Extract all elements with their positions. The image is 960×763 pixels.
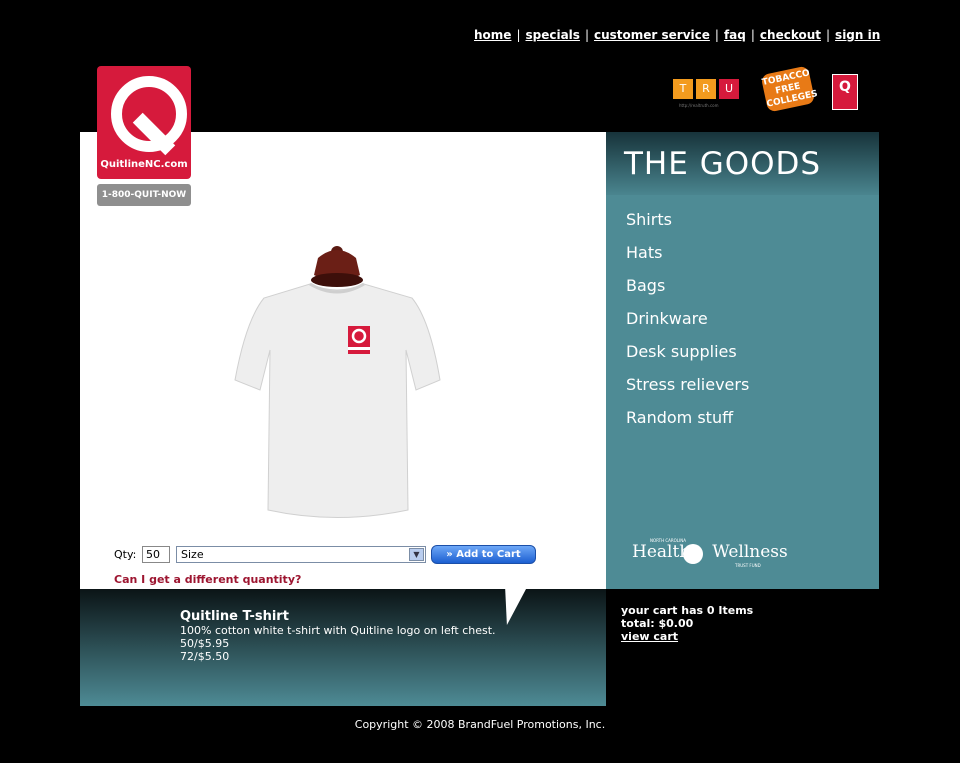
nav-separator: | bbox=[584, 28, 589, 42]
product-description: 100% cotton white t-shirt with Quitline … bbox=[180, 624, 496, 637]
price-tier: 72/$5.50 bbox=[180, 650, 230, 663]
product-image-tshirt bbox=[234, 246, 441, 518]
category-drinkware[interactable]: Drinkware bbox=[626, 309, 708, 328]
product-description-band bbox=[80, 589, 606, 706]
quantity-input[interactable] bbox=[142, 546, 170, 563]
nav-sign-in-link[interactable]: sign in bbox=[835, 28, 880, 42]
view-cart-link[interactable]: view cart bbox=[621, 630, 678, 643]
nav-faq-link[interactable]: faq bbox=[724, 28, 746, 42]
different-quantity-link[interactable]: Can I get a different quantity? bbox=[114, 573, 301, 586]
copyright-text: Copyright © 2008 BrandFuel Promotions, I… bbox=[354, 718, 606, 731]
top-nav: home | specials | customer service | faq | check… bbox=[474, 28, 880, 42]
cart-items-text: your cart has 0 Items bbox=[621, 604, 754, 617]
qty-label: Qty: bbox=[114, 548, 137, 561]
size-select[interactable]: Size ▼ bbox=[176, 546, 426, 563]
nav-checkout-link[interactable]: checkout bbox=[760, 28, 821, 42]
nav-customer-service-link[interactable]: customer service bbox=[594, 28, 710, 42]
nav-home-link[interactable]: home bbox=[474, 28, 511, 42]
product-name: Quitline T-shirt bbox=[180, 609, 289, 624]
health-wellness-swirl-icon bbox=[683, 544, 703, 564]
cart-summary: your cart has 0 Items total: $0.00 view … bbox=[621, 604, 753, 643]
logo-text: QuitlineNC.com bbox=[100, 159, 188, 170]
category-stress-relievers[interactable]: Stress relievers bbox=[626, 375, 749, 394]
health-wellness-logo[interactable]: Health Wellness bbox=[632, 542, 788, 562]
health-wellness-bottom-text: TRUST FUND bbox=[735, 563, 761, 568]
nav-separator: | bbox=[750, 28, 755, 42]
category-bags[interactable]: Bags bbox=[626, 276, 665, 295]
category-shirts[interactable]: Shirts bbox=[626, 210, 672, 229]
tobacco-free-badge[interactable]: TOBACCO FREE COLLEGES bbox=[760, 65, 819, 113]
quitline-mini-logo[interactable]: Q bbox=[832, 74, 858, 110]
cart-total-text: total: $0.00 bbox=[621, 617, 694, 630]
add-to-cart-button[interactable]: » Add to Cart bbox=[431, 545, 536, 564]
nav-separator: | bbox=[714, 28, 719, 42]
nav-specials-link[interactable]: specials bbox=[525, 28, 579, 42]
tru-badge-r[interactable]: R bbox=[696, 79, 716, 99]
category-hats[interactable]: Hats bbox=[626, 243, 662, 262]
nav-separator: | bbox=[826, 28, 831, 42]
chevron-down-icon[interactable]: ▼ bbox=[409, 548, 424, 561]
size-select-value: Size bbox=[181, 548, 204, 561]
health-text: Health bbox=[632, 542, 691, 562]
tru-badge-t[interactable]: T bbox=[673, 79, 693, 99]
phone-number-badge: 1-800-QUIT-NOW bbox=[97, 184, 191, 206]
goods-title: THE GOODS bbox=[624, 146, 822, 182]
nav-separator: | bbox=[516, 28, 521, 42]
category-random-stuff[interactable]: Random stuff bbox=[626, 408, 733, 427]
tru-badge-u[interactable]: U bbox=[719, 79, 739, 99]
tru-url-text: http://realtruth.com bbox=[679, 103, 719, 108]
logo-q-ring-icon bbox=[111, 76, 187, 152]
price-tier: 50/$5.95 bbox=[180, 637, 230, 650]
wellness-text: Wellness bbox=[712, 542, 788, 562]
category-desk-supplies[interactable]: Desk supplies bbox=[626, 342, 737, 361]
quitline-logo[interactable]: QuitlineNC.com bbox=[97, 66, 191, 179]
